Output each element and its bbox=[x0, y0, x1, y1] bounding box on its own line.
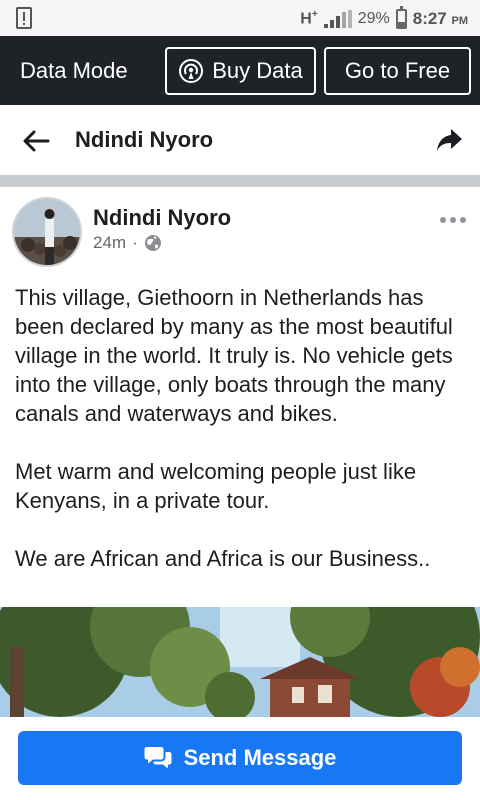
post-card: Ndindi Nyoro 24m · This village, Giethoo… bbox=[0, 187, 480, 717]
meta-separator: · bbox=[132, 233, 138, 252]
back-arrow-icon[interactable] bbox=[20, 125, 52, 157]
post-text: This village, Giethoorn in Netherlands h… bbox=[15, 283, 475, 602]
post-paragraph: This village, Giethoorn in Netherlands h… bbox=[15, 285, 453, 426]
clock: 8:27 PM bbox=[412, 9, 468, 28]
section-divider bbox=[0, 175, 480, 187]
status-bar: H+ 29% 8:27 PM bbox=[0, 0, 480, 36]
page-header: Ndindi Nyoro bbox=[0, 105, 480, 175]
data-mode-bar: Data Mode Buy Data Go to Free bbox=[0, 36, 480, 105]
more-options-icon[interactable] bbox=[440, 217, 466, 223]
post-meta: 24m · bbox=[93, 233, 162, 253]
globe-icon bbox=[144, 235, 161, 251]
post-author[interactable]: Ndindi Nyoro bbox=[93, 205, 231, 231]
buy-data-label: Buy Data bbox=[212, 58, 303, 83]
post-paragraph: We are African and Africa is our Busines… bbox=[15, 546, 431, 571]
signal-icon bbox=[323, 10, 352, 28]
status-indicators: H+ 29% 8:27 PM bbox=[300, 6, 468, 30]
send-message-label: Send Message bbox=[183, 745, 337, 770]
post-time: 24m bbox=[93, 233, 127, 252]
page-title: Ndindi Nyoro bbox=[75, 127, 214, 152]
data-mode-label: Data Mode bbox=[20, 58, 128, 83]
battery-icon bbox=[395, 6, 407, 29]
buy-data-button[interactable]: Buy Data bbox=[165, 47, 316, 95]
post-paragraph: Met warm and welcoming people just like … bbox=[15, 459, 417, 513]
bottom-bar: Send Message bbox=[0, 717, 480, 800]
battery-percent: 29% bbox=[357, 10, 390, 27]
go-to-free-button[interactable]: Go to Free bbox=[324, 47, 471, 95]
chat-bubbles-icon bbox=[144, 747, 172, 769]
share-icon[interactable] bbox=[434, 125, 464, 155]
avatar[interactable] bbox=[12, 197, 82, 267]
broadcast-icon bbox=[179, 59, 204, 83]
network-type: H+ bbox=[300, 9, 318, 28]
go-to-free-label: Go to Free bbox=[344, 58, 451, 83]
alert-icon bbox=[16, 7, 32, 29]
send-message-button[interactable]: Send Message bbox=[18, 731, 462, 785]
post-photo[interactable] bbox=[0, 607, 480, 717]
